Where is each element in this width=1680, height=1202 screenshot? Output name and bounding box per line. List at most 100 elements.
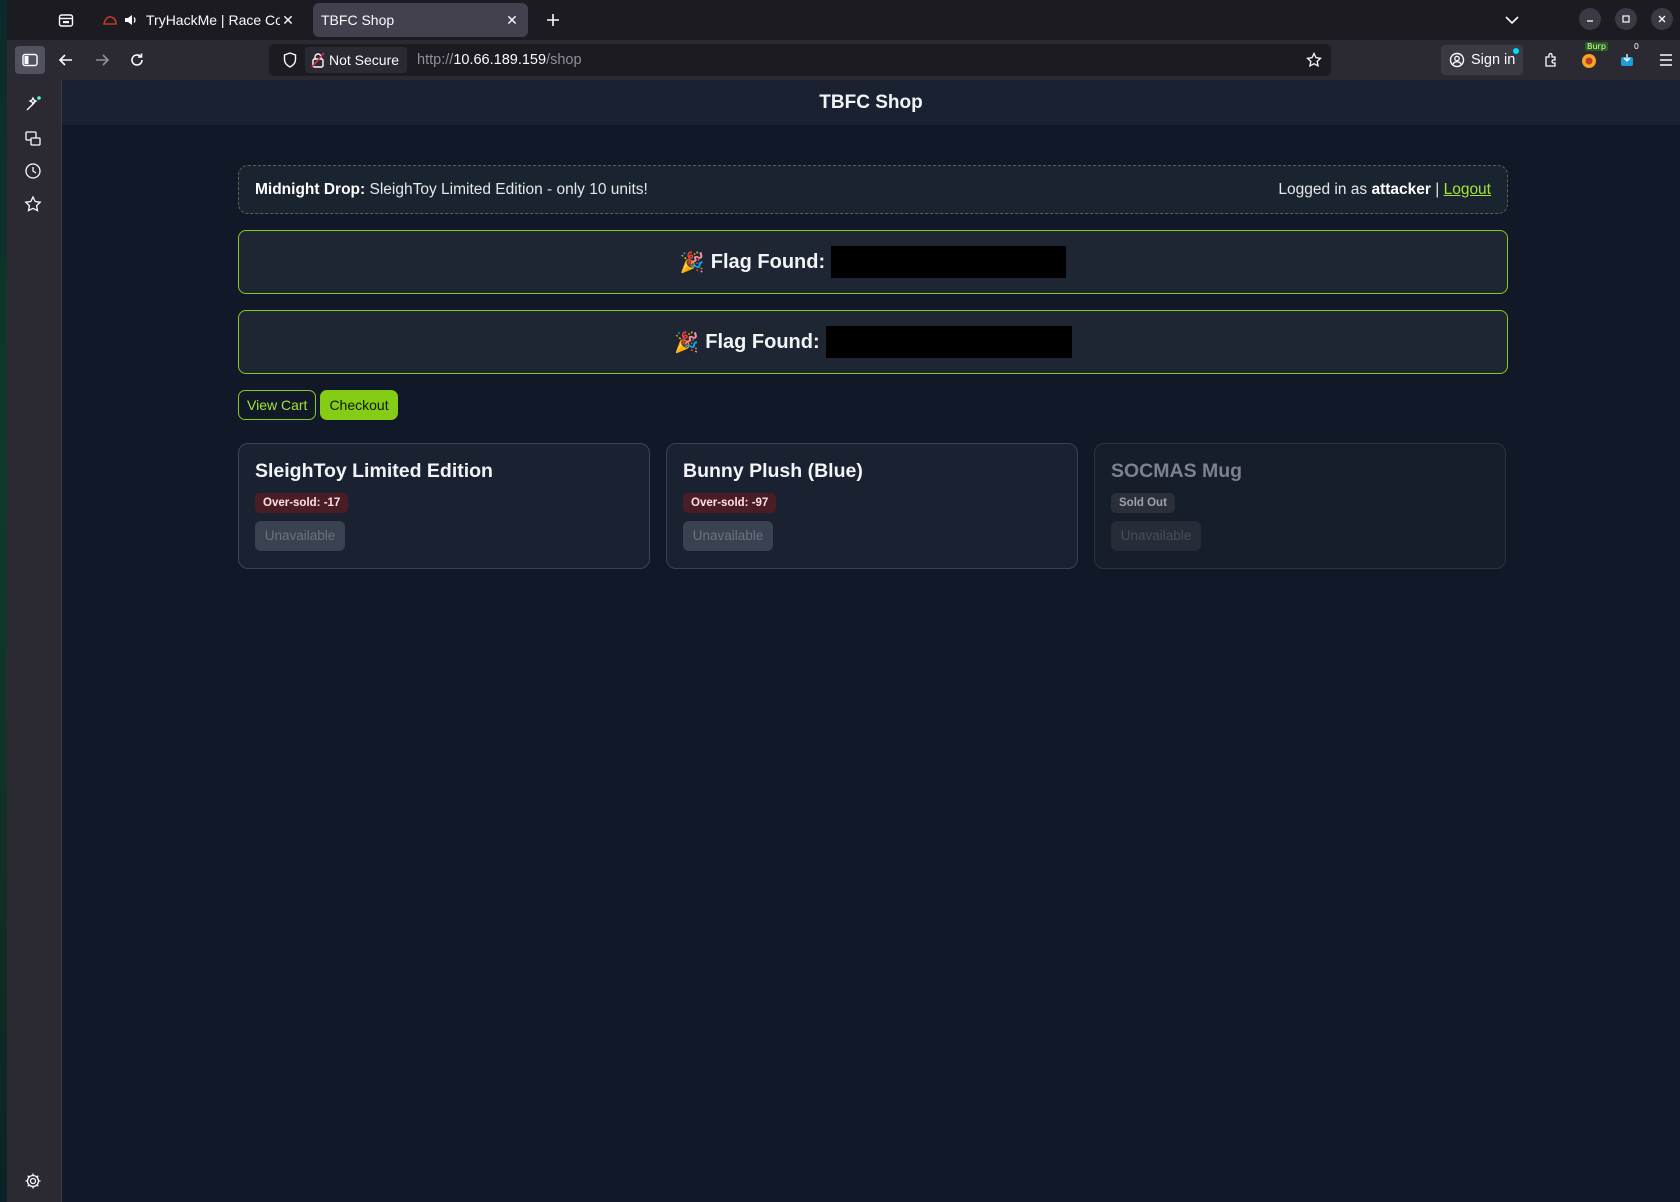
sidebar-icon xyxy=(22,53,38,67)
view-cart-button[interactable]: View Cart xyxy=(238,390,317,420)
sidebar-toggle-button[interactable] xyxy=(15,46,45,74)
cart-actions: View Cart Checkout xyxy=(238,390,1508,420)
new-tab-button[interactable] xyxy=(540,7,566,33)
star-icon xyxy=(1306,52,1322,68)
account-icon xyxy=(1449,52,1465,68)
close-tab-icon[interactable]: ✕ xyxy=(504,12,520,29)
page-title: TBFC Shop xyxy=(819,91,923,113)
flag-found-box: 🎉 Flag Found: xyxy=(238,230,1508,294)
close-icon xyxy=(1658,15,1666,23)
product-name: SOCMAS Mug xyxy=(1111,460,1243,482)
url-scheme: http:// xyxy=(417,52,454,68)
flag-label: Flag Found: xyxy=(710,250,826,273)
puzzle-icon xyxy=(1545,52,1556,67)
sign-in-label: Sign in xyxy=(1471,52,1516,68)
product-card: SleighToy Limited Edition Over-sold: -17… xyxy=(238,443,650,569)
midnight-drop-banner: Midnight Drop: SleighToy Limited Edition… xyxy=(238,165,1508,214)
notification-dot-icon xyxy=(1513,48,1520,54)
history-icon[interactable] xyxy=(21,159,45,183)
site-header: TBFC Shop xyxy=(62,80,1680,125)
sidebar-settings-icon[interactable] xyxy=(21,1169,45,1193)
close-window-button[interactable] xyxy=(1651,8,1673,30)
synced-tabs-icon[interactable] xyxy=(21,126,45,150)
reload-button[interactable] xyxy=(122,46,152,74)
drop-text: SleighToy Limited Edition - only 10 unit… xyxy=(369,180,648,198)
site-security-indicator[interactable]: Not Secure xyxy=(305,47,408,73)
plus-icon xyxy=(547,14,559,26)
burp-badge: Burp xyxy=(1585,42,1608,51)
chevron-down-icon xyxy=(1505,16,1519,25)
tracking-protection-icon[interactable] xyxy=(275,52,305,68)
url-bar[interactable]: Not Secure http://10.66.189.159/shop xyxy=(269,44,1331,76)
oversold-badge: Over-sold: -17 xyxy=(255,493,349,513)
ai-chatbot-icon[interactable] xyxy=(21,92,45,116)
navigation-toolbar: Not Secure http://10.66.189.159/shop Sig… xyxy=(7,40,1680,80)
redacted-flag-value xyxy=(825,326,1072,358)
party-popper-icon: 🎉 xyxy=(674,331,700,354)
web-page: TBFC Shop Midnight Drop: SleighToy Limit… xyxy=(62,80,1680,1202)
unavailable-button: Unavailable xyxy=(683,521,773,551)
extension-icon xyxy=(1621,54,1633,66)
tab-tbfc-shop[interactable]: TBFC Shop ✕ xyxy=(313,3,528,37)
url-text[interactable]: http://10.66.189.159/shop xyxy=(417,52,582,68)
close-tab-icon[interactable]: ✕ xyxy=(280,12,296,29)
username: attacker xyxy=(1371,180,1431,198)
drop-announcement: Midnight Drop: SleighToy Limited Edition… xyxy=(255,181,648,199)
tryhackme-favicon-icon xyxy=(102,13,120,27)
separator: | xyxy=(1435,180,1440,198)
audio-playing-icon[interactable] xyxy=(124,13,142,27)
tab-strip: TryHackMe | Race Cor ✕ TBFC Shop ✕ xyxy=(0,0,1680,40)
redacted-flag-value xyxy=(831,246,1067,278)
flag-found-box: 🎉 Flag Found: xyxy=(238,310,1508,374)
list-all-tabs-button[interactable] xyxy=(1500,8,1524,32)
back-button[interactable] xyxy=(51,46,81,74)
unavailable-button: Unavailable xyxy=(1111,521,1201,551)
oversold-badge: Over-sold: -97 xyxy=(683,493,777,513)
sold-out-badge: Sold Out xyxy=(1111,493,1175,513)
not-secure-label: Not Secure xyxy=(329,52,400,68)
extensions-button[interactable] xyxy=(1538,46,1566,74)
arrow-right-icon xyxy=(96,54,110,66)
tab-tryhackme[interactable]: TryHackMe | Race Cor ✕ xyxy=(94,3,304,37)
maximize-button[interactable] xyxy=(1615,8,1637,30)
url-path: /shop xyxy=(546,52,582,68)
product-name: Bunny Plush (Blue) xyxy=(683,460,863,482)
arrow-left-icon xyxy=(58,54,72,66)
burp-logo-icon xyxy=(1582,54,1596,68)
product-grid: SleighToy Limited Edition Over-sold: -17… xyxy=(238,443,1508,569)
minimize-button[interactable] xyxy=(1579,8,1601,30)
minimize-icon xyxy=(1587,20,1593,22)
window-controls xyxy=(1572,0,1680,38)
shop-container: Midnight Drop: SleighToy Limited Edition… xyxy=(238,165,1508,569)
product-card: SOCMAS Mug Sold Out Unavailable xyxy=(1094,443,1506,569)
hamburger-menu-icon xyxy=(1660,54,1672,66)
firefox-view-icon xyxy=(58,14,74,27)
url-host: 10.66.189.159 xyxy=(453,52,547,68)
browser-sidebar xyxy=(7,80,62,1202)
maximize-icon xyxy=(1622,15,1630,23)
logout-link[interactable]: Logout xyxy=(1444,181,1491,198)
desktop-edge xyxy=(0,0,7,1202)
product-card: Bunny Plush (Blue) Over-sold: -97 Unavai… xyxy=(666,443,1078,569)
bookmarks-icon[interactable] xyxy=(21,192,45,216)
insecure-lock-icon xyxy=(311,52,325,68)
app-menu-button[interactable] xyxy=(1652,46,1680,74)
unavailable-button: Unavailable xyxy=(255,521,345,551)
download-extension-button[interactable]: 0 xyxy=(1613,42,1641,74)
product-name: SleighToy Limited Edition xyxy=(255,460,493,482)
counter-badge: 0 xyxy=(1633,42,1639,51)
tab-title: TryHackMe | Race Cor xyxy=(146,12,280,28)
forward-button[interactable] xyxy=(87,46,117,74)
login-status: Logged in as attacker | Logout xyxy=(1278,181,1491,199)
tab-title: TBFC Shop xyxy=(321,12,395,28)
logged-in-prefix: Logged in as xyxy=(1278,180,1368,198)
drop-label: Midnight Drop: xyxy=(255,180,366,198)
firefox-view-button[interactable] xyxy=(55,9,77,31)
party-popper-icon: 🎉 xyxy=(679,251,705,274)
sign-in-button[interactable]: Sign in xyxy=(1441,45,1524,75)
reload-icon xyxy=(131,53,143,66)
flag-label: Flag Found: xyxy=(705,330,820,353)
bookmark-star-button[interactable] xyxy=(1303,49,1325,71)
burp-extension-button[interactable]: Burp xyxy=(1575,42,1608,74)
checkout-button[interactable]: Checkout xyxy=(320,390,398,420)
